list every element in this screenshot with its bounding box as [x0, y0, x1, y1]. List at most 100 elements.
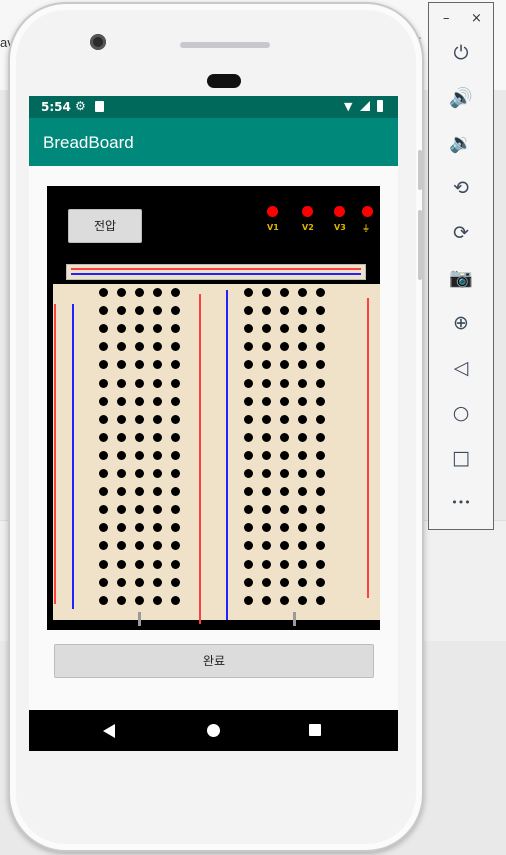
breadboard-hole[interactable] — [117, 469, 126, 478]
volume-down-icon[interactable]: 🔉 — [429, 131, 493, 155]
breadboard-hole[interactable] — [117, 541, 126, 551]
breadboard-hole[interactable] — [244, 595, 253, 605]
breadboard-hole[interactable] — [280, 595, 289, 605]
breadboard-hole[interactable] — [316, 378, 325, 388]
breadboard-hole[interactable] — [171, 432, 180, 442]
breadboard-hole[interactable] — [262, 450, 271, 460]
breadboard-hole[interactable] — [135, 288, 144, 297]
breadboard-hole[interactable] — [316, 414, 325, 424]
breadboard-hole[interactable] — [171, 469, 180, 478]
breadboard-hole[interactable] — [244, 541, 253, 551]
breadboard-hole[interactable] — [99, 396, 108, 406]
done-button[interactable]: 완료 — [54, 644, 374, 678]
breadboard-hole[interactable] — [280, 378, 289, 388]
breadboard-hole[interactable] — [316, 559, 325, 569]
breadboard-hole[interactable] — [117, 306, 126, 316]
breadboard-hole[interactable] — [316, 577, 325, 587]
breadboard-hole[interactable] — [171, 342, 180, 352]
breadboard-hole[interactable] — [298, 396, 307, 406]
breadboard-hole[interactable] — [99, 306, 108, 316]
breadboard-hole[interactable] — [135, 306, 144, 316]
close-button[interactable]: × — [471, 11, 482, 26]
breadboard-hole[interactable] — [153, 577, 162, 587]
power-icon[interactable]: ⏻ — [429, 41, 493, 65]
breadboard-hole[interactable] — [153, 396, 162, 406]
breadboard-hole[interactable] — [117, 450, 126, 460]
breadboard-hole[interactable] — [298, 432, 307, 442]
breadboard-hole[interactable] — [117, 288, 126, 297]
voltage-button[interactable]: 전압 — [68, 209, 142, 243]
breadboard-hole[interactable] — [244, 378, 253, 388]
breadboard-hole[interactable] — [117, 414, 126, 424]
breadboard-hole[interactable] — [135, 559, 144, 569]
breadboard-hole[interactable] — [298, 288, 307, 297]
breadboard-hole[interactable] — [135, 378, 144, 388]
breadboard-hole[interactable] — [262, 324, 271, 334]
breadboard-hole[interactable] — [99, 469, 108, 478]
breadboard-hole[interactable] — [117, 505, 126, 515]
breadboard-hole[interactable] — [298, 505, 307, 515]
breadboard-hole[interactable] — [99, 523, 108, 533]
breadboard-hole[interactable] — [316, 324, 325, 334]
breadboard-hole[interactable] — [117, 342, 126, 352]
breadboard-hole[interactable] — [298, 541, 307, 551]
breadboard-hole[interactable] — [316, 396, 325, 406]
breadboard-hole[interactable] — [135, 469, 144, 478]
home-icon[interactable] — [207, 724, 220, 737]
breadboard-hole[interactable] — [153, 541, 162, 551]
breadboard-hole[interactable] — [153, 595, 162, 605]
breadboard-hole[interactable] — [280, 342, 289, 352]
breadboard-hole[interactable] — [153, 378, 162, 388]
breadboard-hole[interactable] — [117, 595, 126, 605]
breadboard-hole[interactable] — [135, 342, 144, 352]
breadboard-hole[interactable] — [153, 469, 162, 478]
more-icon[interactable]: ••• — [429, 491, 493, 515]
breadboard-hole[interactable] — [153, 450, 162, 460]
breadboard-hole[interactable] — [171, 487, 180, 497]
breadboard-hole[interactable] — [117, 396, 126, 406]
breadboard-hole[interactable] — [262, 432, 271, 442]
breadboard-hole[interactable] — [262, 342, 271, 352]
breadboard-hole[interactable] — [99, 414, 108, 424]
breadboard-hole[interactable] — [135, 324, 144, 334]
breadboard[interactable] — [53, 284, 380, 624]
breadboard-hole[interactable] — [117, 559, 126, 569]
breadboard-hole[interactable] — [99, 505, 108, 515]
breadboard-hole[interactable] — [135, 541, 144, 551]
breadboard-hole[interactable] — [99, 541, 108, 551]
breadboard-hole[interactable] — [298, 306, 307, 316]
rotate-left-icon[interactable]: ⟲ — [429, 176, 493, 200]
breadboard-hole[interactable] — [135, 396, 144, 406]
breadboard-hole[interactable] — [171, 288, 180, 297]
breadboard-hole[interactable] — [298, 523, 307, 533]
breadboard-hole[interactable] — [244, 414, 253, 424]
breadboard-hole[interactable] — [244, 360, 253, 370]
breadboard-hole[interactable] — [316, 541, 325, 551]
breadboard-hole[interactable] — [117, 432, 126, 442]
breadboard-hole[interactable] — [298, 469, 307, 478]
breadboard-hole[interactable] — [244, 324, 253, 334]
breadboard-hole[interactable] — [117, 577, 126, 587]
breadboard-hole[interactable] — [117, 378, 126, 388]
breadboard-hole[interactable] — [135, 523, 144, 533]
breadboard-hole[interactable] — [117, 324, 126, 334]
breadboard-hole[interactable] — [135, 360, 144, 370]
breadboard-hole[interactable] — [99, 487, 108, 497]
breadboard-hole[interactable] — [298, 360, 307, 370]
breadboard-hole[interactable] — [171, 396, 180, 406]
breadboard-hole[interactable] — [99, 559, 108, 569]
breadboard-hole[interactable] — [153, 306, 162, 316]
breadboard-hole[interactable] — [244, 577, 253, 587]
breadboard-hole[interactable] — [280, 414, 289, 424]
breadboard-hole[interactable] — [262, 396, 271, 406]
breadboard-hole[interactable] — [153, 342, 162, 352]
breadboard-hole[interactable] — [298, 487, 307, 497]
breadboard-hole[interactable] — [262, 523, 271, 533]
breadboard-hole[interactable] — [316, 595, 325, 605]
back-icon[interactable]: ◁ — [429, 356, 493, 380]
breadboard-hole[interactable] — [316, 342, 325, 352]
breadboard-hole[interactable] — [171, 360, 180, 370]
side-button[interactable] — [418, 150, 422, 190]
zoom-icon[interactable]: ⊕ — [429, 311, 493, 335]
breadboard-hole[interactable] — [280, 505, 289, 515]
